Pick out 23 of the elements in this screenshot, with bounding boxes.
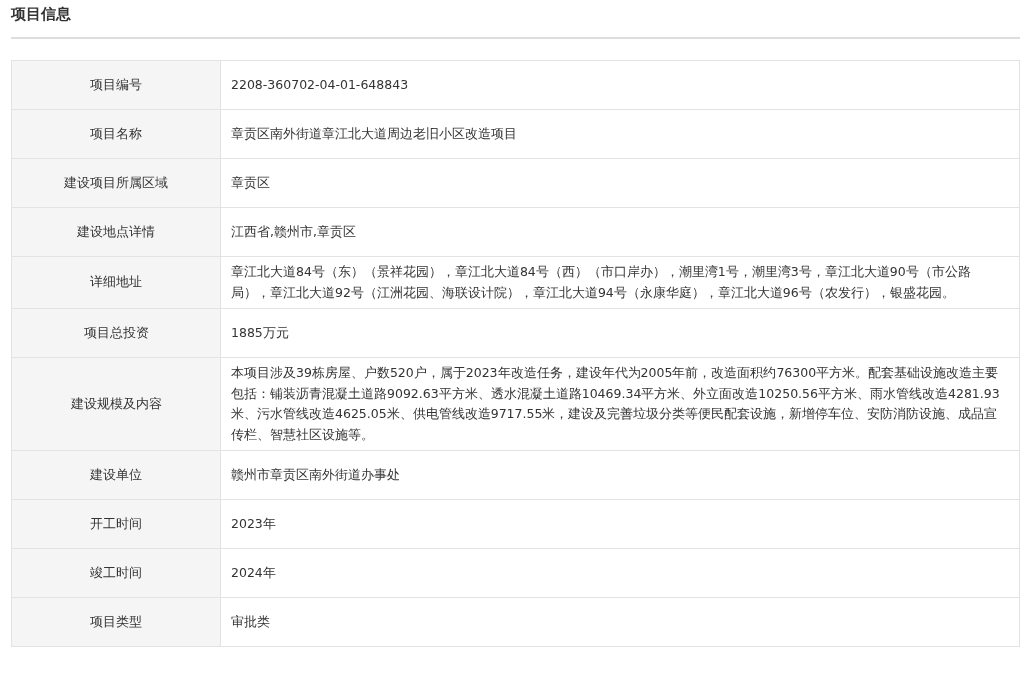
field-value: 本项目涉及39栋房屋、户数520户，属于2023年改造任务，建设年代为2005年前，改造面积约76300平方米。配套基础设施改造主要包括：铺装沥青混凝土道路9092.63平方米、透水混凝土道路10469.34平方米、外立面改造10250.56平方米、雨水管线改造4281.93米、污水管线改造4625.05米、供电管线改造9717.55米，建设及完善垃圾分类等便民配套设施，新增停车位、安防消防设施、成品宣传栏、智慧社区设施等。 bbox=[220, 357, 1020, 451]
field-label: 建设规模及内容 bbox=[11, 357, 221, 451]
field-value: 2208-360702-04-01-648843 bbox=[220, 60, 1020, 110]
field-value: 赣州市章贡区南外街道办事处 bbox=[220, 450, 1020, 500]
field-value: 江西省,赣州市,章贡区 bbox=[220, 207, 1020, 257]
field-label: 项目编号 bbox=[11, 60, 221, 110]
field-label: 竣工时间 bbox=[11, 548, 221, 598]
field-label: 开工时间 bbox=[11, 499, 221, 549]
field-label: 详细地址 bbox=[11, 256, 221, 309]
field-label: 项目名称 bbox=[11, 109, 221, 159]
field-label: 项目总投资 bbox=[11, 308, 221, 358]
field-value: 2023年 bbox=[220, 499, 1020, 549]
field-label: 建设地点详情 bbox=[11, 207, 221, 257]
field-label: 建设项目所属区域 bbox=[11, 158, 221, 208]
field-value: 2024年 bbox=[220, 548, 1020, 598]
field-value: 章贡区 bbox=[220, 158, 1020, 208]
field-value: 审批类 bbox=[220, 597, 1020, 647]
field-value: 章江北大道84号（东）（景祥花园），章江北大道84号（西）（市口岸办），潮里湾1号，潮里湾3号，章江北大道90号（市公路局），章江北大道92号（江洲花园、海联设计院），章江北大道94号（永康华庭），章江北大道96号（农发行），银盛花园。 bbox=[220, 256, 1020, 309]
field-label: 建设单位 bbox=[11, 450, 221, 500]
section-title: 项目信息 bbox=[11, 4, 72, 25]
field-value: 1885万元 bbox=[220, 308, 1020, 358]
field-label: 项目类型 bbox=[11, 597, 221, 647]
field-value: 章贡区南外街道章江北大道周边老旧小区改造项目 bbox=[220, 109, 1020, 159]
